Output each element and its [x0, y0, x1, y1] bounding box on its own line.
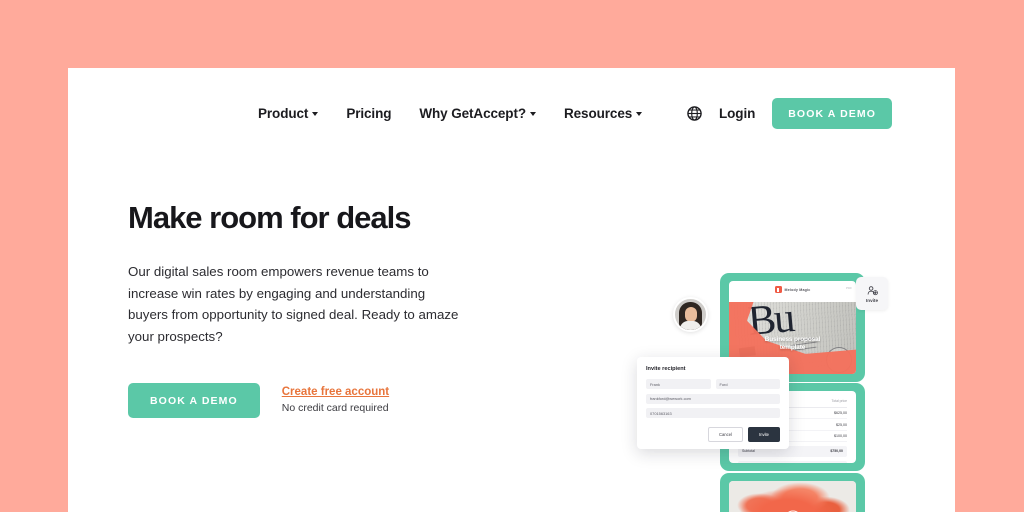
nav-item-why-getaccept[interactable]: Why GetAccept? — [419, 106, 536, 121]
name-field-row: Frank Ford — [646, 379, 780, 394]
invite-button[interactable]: Invite — [747, 427, 780, 442]
nav-book-a-demo-button[interactable]: BOOK A DEMO — [772, 97, 892, 129]
login-link[interactable]: Login — [719, 106, 755, 121]
nav-item-why-getaccept-label: Why GetAccept? — [419, 105, 526, 121]
invite-recipient-dialog: Invite recipient Frank Ford frankford@we… — [637, 357, 789, 449]
dialog-actions: Cancel Invite — [646, 427, 780, 442]
nav-item-resources[interactable]: Resources — [564, 105, 643, 121]
nav-item-pricing-label: Pricing — [346, 105, 392, 121]
cancel-button[interactable]: Cancel — [707, 427, 743, 442]
no-credit-card-note: No credit card required — [281, 402, 389, 415]
chevron-down-icon — [636, 112, 643, 116]
video-card-body — [729, 481, 856, 512]
nav-item-pricing[interactable]: Pricing — [346, 106, 391, 121]
total-row: Pricing summary / Total $750,00 — [738, 460, 847, 463]
cell-total: $25,00 — [792, 418, 847, 431]
page-panel: Product Pricing Why GetAccept? Resources — [68, 68, 955, 512]
dialog-title: Invite recipient — [646, 366, 686, 372]
proposal-logo-text: Melody Magic — [784, 287, 811, 292]
avatar — [673, 297, 708, 332]
hero-cta-row: BOOK A DEMO Create free account No credi… — [128, 383, 488, 419]
column-total-price: Total price — [792, 399, 847, 408]
page-title: Make room for deals — [128, 200, 411, 235]
proposal-caption-line2: template — [779, 343, 806, 351]
subtotal-label: Subtotal — [742, 449, 755, 454]
proposal-caption: Business proposal template — [729, 336, 856, 352]
main-navigation: Product Pricing Why GetAccept? Resources — [68, 90, 955, 136]
proposal-logo: Melody Magic — [729, 286, 856, 293]
video-card[interactable] — [720, 473, 865, 512]
subtotal-value: $750,00 — [830, 449, 843, 454]
nav-links-group: Product Pricing Why GetAccept? Resources — [258, 105, 643, 121]
create-free-account-link[interactable]: Create free account — [282, 386, 389, 398]
cell-total: $100,00 — [792, 430, 847, 443]
globe-icon[interactable] — [687, 105, 702, 121]
video-thumbnail — [729, 481, 856, 512]
hero-book-a-demo-button[interactable]: BOOK A DEMO — [128, 383, 260, 419]
person-add-icon — [867, 285, 878, 295]
hero-secondary-cta: Create free account No credit card requi… — [282, 383, 389, 414]
avatar-body — [680, 321, 701, 330]
nav-item-product[interactable]: Product — [258, 105, 319, 121]
hero-illustration: Melody Magic PDF Bu Business proposal te… — [562, 201, 932, 512]
hero-subtitle: Our digital sales room empowers revenue … — [128, 264, 459, 344]
nav-actions-group: Login BOOK A DEMO — [687, 97, 892, 129]
invite-badge-label: Invite — [866, 297, 878, 303]
proposal-caption-line1: Business proposal — [764, 335, 821, 343]
nav-item-resources-label: Resources — [564, 105, 633, 121]
avatar-face — [684, 307, 697, 322]
cell-total: $625,00 — [792, 407, 847, 420]
email-field[interactable]: frankford@wework.com — [646, 393, 780, 404]
chevron-down-icon — [530, 112, 536, 116]
invite-badge[interactable]: Invite — [856, 277, 888, 310]
melody-magic-logo-icon — [774, 286, 782, 293]
chevron-down-icon — [312, 112, 319, 116]
phone-field[interactable]: 0701563163 — [646, 408, 780, 418]
last-name-field[interactable]: Ford — [715, 379, 780, 389]
first-name-field[interactable]: Frank — [646, 379, 711, 389]
hero-section: Make room for deals Our digital sales ro… — [128, 200, 488, 419]
proposal-corner-label: PDF — [846, 286, 852, 290]
nav-item-product-label: Product — [258, 105, 309, 121]
